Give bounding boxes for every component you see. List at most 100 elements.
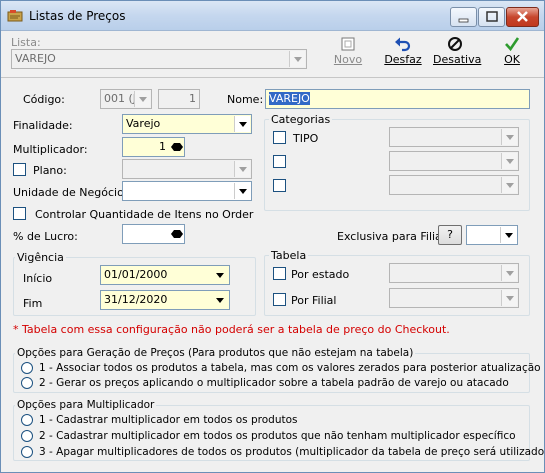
exclusiva-select[interactable]	[466, 225, 518, 245]
multiplicador-value: 1	[159, 140, 166, 153]
nome-label: Nome:	[227, 93, 264, 106]
controlar-checkbox[interactable]	[13, 207, 26, 220]
novo-button[interactable]: Novo	[326, 36, 370, 68]
app-icon	[7, 10, 23, 22]
categoria-checkbox-3[interactable]	[273, 179, 286, 192]
inicio-label: Início	[23, 272, 53, 285]
help-button[interactable]: ?	[438, 225, 462, 245]
desfaz-label: Desfaz	[384, 53, 422, 66]
finalidade-label: Finalidade:	[13, 119, 73, 132]
lista-value: VAREJO	[15, 52, 56, 65]
close-button[interactable]	[506, 7, 539, 27]
multiplicador-option-3: 3 - Apagar multiplicadores de todos os p…	[39, 446, 545, 458]
geracao-title: Opções para Geração de Preços (Para prod…	[15, 347, 416, 359]
checkmark-icon	[505, 37, 520, 52]
codigo-label: Código:	[23, 93, 65, 106]
stepper-arrows-icon[interactable]	[171, 139, 183, 155]
chevron-down-icon	[500, 227, 516, 243]
geracao-radio-2[interactable]	[21, 377, 33, 389]
tabela-title: Tabela	[269, 249, 309, 262]
plano-checkbox[interactable]	[13, 163, 26, 176]
unidade-select[interactable]	[122, 181, 252, 201]
inicio-date-picker[interactable]: 01/01/2000	[100, 265, 230, 285]
por-filial-checkbox[interactable]	[273, 293, 286, 306]
categoria-select-3[interactable]	[389, 175, 519, 195]
por-filial-select[interactable]	[389, 288, 519, 308]
title-bar: Listas de Preços	[1, 1, 544, 31]
multiplicador-stepper[interactable]: 1	[122, 137, 185, 157]
por-estado-label: Por estado	[291, 268, 350, 281]
separator	[1, 77, 544, 78]
chevron-down-icon	[501, 129, 517, 145]
plano-select[interactable]	[122, 159, 252, 179]
multiplicador-options-title: Opções para Multiplicador	[15, 399, 157, 411]
multiplicador-label: Multiplicador:	[13, 143, 88, 156]
vigencia-title: Vigência	[15, 251, 66, 264]
categoria-select-2[interactable]	[389, 151, 519, 171]
geracao-option-1: 1 - Associar todos os produtos a tabela,…	[39, 362, 541, 374]
por-estado-select[interactable]	[389, 263, 519, 283]
multiplicador-radio-3[interactable]	[21, 446, 33, 458]
multiplicador-option-1: 1 - Cadastrar multiplicador em todos os …	[39, 414, 298, 426]
lista-select[interactable]: VAREJO	[11, 49, 307, 69]
chevron-down-icon	[212, 292, 228, 308]
exclusiva-label: Exclusiva para Filial:	[337, 230, 449, 243]
chevron-down-icon	[212, 267, 228, 283]
categoria-label: TIPO	[293, 132, 319, 145]
fim-value: 31/12/2020	[104, 293, 168, 306]
novo-label: Novo	[333, 53, 363, 66]
chevron-down-icon	[234, 116, 250, 132]
ok-button[interactable]: OK	[490, 36, 534, 68]
lucro-stepper[interactable]	[122, 224, 185, 244]
prohibit-icon	[448, 37, 462, 51]
controlar-label: Controlar Quantidade de Itens no Order	[35, 208, 254, 221]
chevron-down-icon	[234, 161, 250, 177]
categoria-select-tipo[interactable]	[389, 127, 519, 147]
lucro-label: % de Lucro:	[13, 230, 78, 243]
desfaz-button[interactable]: Desfaz	[381, 36, 425, 68]
categoria-checkbox-2[interactable]	[273, 155, 286, 168]
por-estado-checkbox[interactable]	[273, 267, 286, 280]
lista-label: Lista:	[11, 36, 41, 49]
plano-label: Plano:	[33, 164, 67, 177]
window-title: Listas de Preços	[29, 9, 126, 23]
stepper-arrows-icon[interactable]	[171, 226, 183, 242]
chevron-down-icon	[501, 177, 517, 193]
close-icon	[517, 11, 528, 22]
multiplicador-radio-2[interactable]	[21, 430, 33, 442]
geracao-option-2: 2 - Gerar os preços aplicando o multipli…	[39, 377, 509, 389]
desativa-button[interactable]: Desativa	[433, 36, 482, 68]
fim-date-picker[interactable]: 31/12/2020	[100, 290, 230, 310]
chevron-down-icon	[501, 265, 517, 281]
multiplicador-radio-1[interactable]	[21, 414, 33, 426]
por-filial-label: Por Filial	[291, 294, 337, 307]
ok-label: OK	[504, 53, 520, 66]
inicio-value: 01/01/2000	[104, 268, 168, 281]
chevron-down-icon	[501, 153, 517, 169]
finalidade-value: Varejo	[126, 117, 161, 130]
minimize-button[interactable]	[450, 7, 477, 27]
unidade-label: Unidade de Negócio:	[13, 186, 128, 199]
chevron-down-icon	[234, 183, 250, 199]
desativa-label: Desativa	[433, 53, 482, 66]
help-label: ?	[447, 228, 453, 241]
nome-input[interactable]: VAREJO	[265, 89, 530, 109]
minimize-icon	[458, 18, 469, 23]
nome-value: VAREJO	[269, 92, 310, 105]
codigo-select[interactable]: 001 (JE	[100, 89, 152, 109]
chevron-down-icon	[501, 290, 517, 306]
chevron-down-icon	[134, 91, 150, 107]
codigo-number-value: 1	[189, 92, 196, 105]
new-document-icon	[341, 37, 355, 51]
finalidade-select[interactable]: Varejo	[122, 114, 252, 134]
price-list-window: Listas de Preços Lista: VAREJO Novo Desf…	[0, 0, 545, 473]
multiplicador-option-2: 2 - Cadastrar multiplicador em todos os …	[39, 430, 516, 442]
geracao-radio-1[interactable]	[21, 362, 33, 374]
fim-label: Fim	[23, 297, 43, 310]
maximize-button[interactable]	[478, 7, 505, 27]
checkout-warning: * Tabela com essa configuração não poder…	[13, 323, 450, 336]
categorias-title: Categorias	[269, 113, 333, 126]
undo-icon	[395, 37, 411, 52]
chevron-down-icon	[289, 51, 305, 67]
categoria-checkbox-tipo[interactable]	[273, 131, 286, 144]
